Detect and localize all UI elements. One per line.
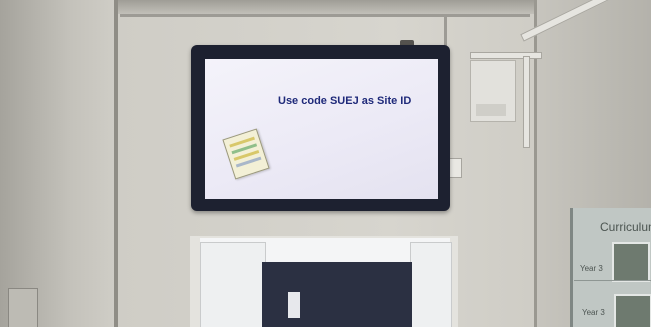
pipe [523, 56, 530, 148]
photo-scene: Use code SUEJ as Site ID Curriculum Year… [0, 0, 651, 327]
door [262, 262, 412, 327]
window-pane [200, 242, 266, 327]
wall-box-panel [476, 104, 506, 116]
wall-fixture [8, 288, 38, 327]
board-label: Year 3 [580, 264, 603, 273]
board-heading: Curriculum [600, 220, 651, 234]
left-wall [0, 0, 118, 327]
board-divider [574, 280, 651, 281]
cable-conduit [120, 14, 530, 17]
pipe [470, 52, 542, 59]
wall-corner [534, 0, 537, 327]
board-photo [612, 242, 650, 282]
window-pane [410, 242, 452, 327]
screen-message: Use code SUEJ as Site ID [278, 95, 412, 107]
board-label: Year 3 [582, 308, 605, 317]
wall-corner [114, 0, 118, 327]
board-photo [614, 294, 651, 327]
door-window [288, 292, 300, 318]
